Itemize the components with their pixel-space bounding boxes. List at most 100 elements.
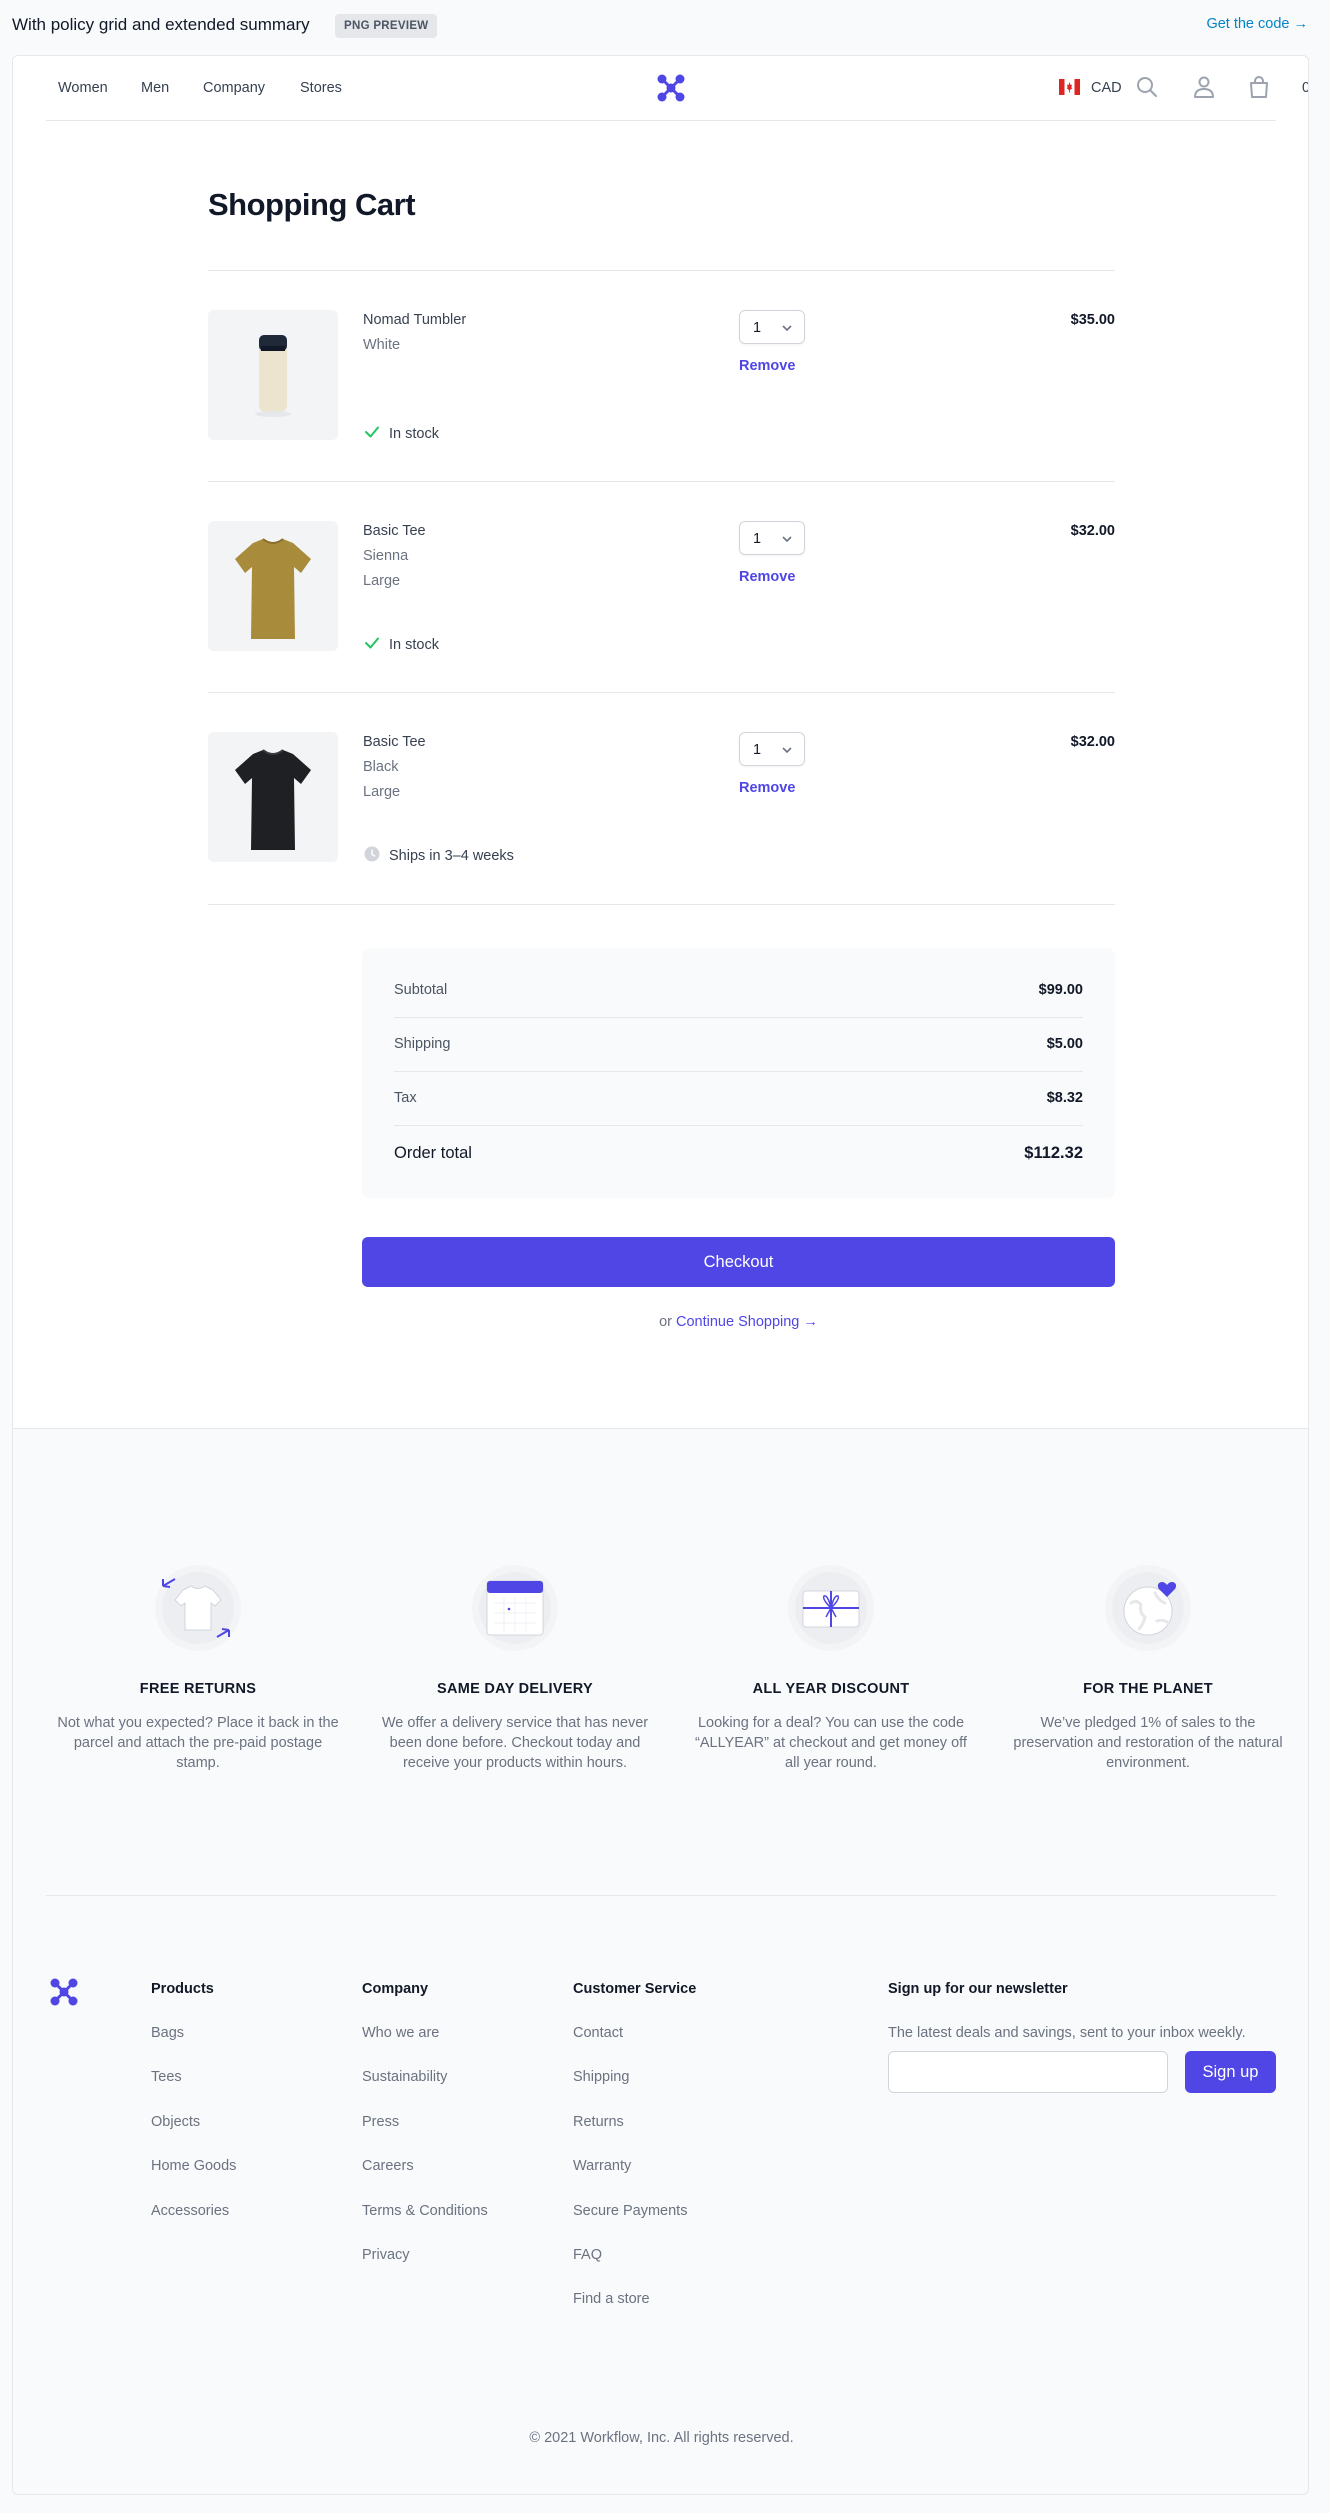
product-image-tee-black[interactable]	[208, 732, 338, 862]
policy-all-year-discount: ALL YEAR DISCOUNT Looking for a deal? Yo…	[686, 1563, 976, 1773]
shopping-bag-icon[interactable]	[1246, 74, 1272, 100]
policy-desc: We’ve pledged 1% of sales to the preserv…	[1013, 1715, 1283, 1771]
chevron-down-icon	[782, 536, 792, 543]
remove-button[interactable]: Remove	[739, 780, 795, 796]
currency-label[interactable]: CAD	[1091, 80, 1122, 96]
item-name[interactable]: Nomad Tumbler	[363, 312, 466, 328]
footer-heading: Products	[151, 1981, 214, 1997]
item-name[interactable]: Basic Tee	[363, 523, 426, 539]
footer-link-careers[interactable]: Careers	[362, 2158, 488, 2174]
order-total-row: Order total $112.32	[394, 1144, 1083, 1162]
newsletter-title: Sign up for our newsletter	[888, 1981, 1068, 1997]
search-icon[interactable]	[1134, 74, 1160, 100]
sign-up-button[interactable]: Sign up	[1185, 2051, 1276, 2093]
item-name[interactable]: Basic Tee	[363, 734, 426, 750]
nav-company[interactable]: Company	[203, 80, 265, 96]
footer-link-who-we-are[interactable]: Who we are	[362, 2025, 488, 2041]
footer-link-secure-payments[interactable]: Secure Payments	[573, 2203, 696, 2219]
continue-shopping: or Continue Shopping →	[659, 1314, 818, 1330]
policy-title: SAME DAY DELIVERY	[436, 1681, 594, 1697]
product-image-tee-sienna[interactable]	[208, 521, 338, 651]
nav-stores[interactable]: Stores	[300, 80, 342, 96]
policy-desc: Not what you expected? Place it back in …	[57, 1715, 339, 1771]
footer-link-faq[interactable]: FAQ	[573, 2247, 696, 2263]
footer-heading: Company	[362, 1981, 429, 1997]
footer-link-terms[interactable]: Terms & Conditions	[362, 2203, 488, 2219]
preview-bar: With policy grid and extended summary PN…	[0, 0, 1330, 52]
item-price: $32.00	[1070, 523, 1115, 539]
stock-status: In stock	[363, 634, 439, 653]
gift-card-icon	[786, 1563, 876, 1653]
chevron-down-icon	[782, 325, 792, 332]
order-summary: Subtotal $99.00 Shipping $5.00 Tax $8.32 Or…	[362, 948, 1115, 1198]
page-frame: Women Men Company Stores CAD Shopping Ca…	[12, 55, 1309, 2495]
footer-link-privacy[interactable]: Privacy	[362, 2247, 488, 2263]
logo-icon[interactable]	[653, 70, 689, 106]
remove-button[interactable]: Remove	[739, 358, 795, 374]
footer-link-press[interactable]: Press	[362, 2114, 488, 2130]
item-color: Sienna	[363, 548, 409, 564]
footer-link-objects[interactable]: Objects	[151, 2114, 236, 2130]
nav-men[interactable]: Men	[141, 80, 169, 96]
preview-title: With policy grid and extended summary	[12, 15, 310, 34]
footer-link-returns[interactable]: Returns	[573, 2114, 696, 2130]
newsletter-desc: The latest deals and savings, sent to yo…	[888, 2025, 1246, 2041]
footer-link-contact[interactable]: Contact	[573, 2025, 696, 2041]
item-size: Large	[363, 784, 401, 800]
footer-link-sustainability[interactable]: Sustainability	[362, 2069, 488, 2085]
footer-link-tees[interactable]: Tees	[151, 2069, 236, 2085]
policy-grid: FREE RETURNS Not what you expected? Plac…	[13, 1428, 1308, 1895]
divider	[394, 1071, 1083, 1072]
quantity-select[interactable]: 1	[739, 521, 805, 555]
newsletter-email-input[interactable]	[888, 2051, 1168, 2093]
cart-count[interactable]: 0	[1302, 80, 1308, 96]
copyright: © 2021 Workflow, Inc. All rights reserve…	[529, 2430, 794, 2446]
stock-status: In stock	[363, 423, 439, 442]
chevron-down-icon	[782, 747, 792, 754]
policy-title: FOR THE PLANET	[1083, 1681, 1213, 1697]
footer-company: Company Who we are Sustainability Press …	[362, 1981, 488, 2291]
footer-products: Products Bags Tees Objects Home Goods Ac…	[151, 1981, 236, 2247]
cart-item: Nomad Tumbler White In stock 1 Remove $3…	[208, 270, 1115, 481]
nav-women[interactable]: Women	[58, 80, 108, 96]
divider	[208, 904, 1115, 905]
quantity-select[interactable]: 1	[739, 310, 805, 344]
policy-title: ALL YEAR DISCOUNT	[752, 1681, 910, 1697]
policy-same-day-delivery: SAME DAY DELIVERY We offer a delivery se…	[370, 1563, 660, 1773]
footer-link-home-goods[interactable]: Home Goods	[151, 2158, 236, 2174]
item-price: $32.00	[1070, 734, 1115, 750]
policy-free-returns: FREE RETURNS Not what you expected? Plac…	[53, 1563, 343, 1773]
footer-link-warranty[interactable]: Warranty	[573, 2158, 696, 2174]
footer-link-bags[interactable]: Bags	[151, 2025, 236, 2041]
top-nav: Women Men Company Stores CAD	[46, 56, 1308, 121]
policy-desc: Looking for a deal? You can use the code…	[695, 1715, 967, 1771]
footer-heading: Customer Service	[573, 1981, 697, 1997]
footer-link-shipping[interactable]: Shipping	[573, 2069, 696, 2085]
footer: Products Bags Tees Objects Home Goods Ac…	[13, 1895, 1308, 2494]
product-image-tumbler[interactable]	[208, 310, 338, 440]
canada-flag-icon[interactable]	[1059, 79, 1080, 95]
footer-link-accessories[interactable]: Accessories	[151, 2203, 236, 2219]
policy-title: FREE RETURNS	[139, 1681, 257, 1697]
item-price: $35.00	[1070, 312, 1115, 328]
quantity-select[interactable]: 1	[739, 732, 805, 766]
page-title: Shopping Cart	[208, 187, 416, 222]
get-code-link[interactable]: Get the code →	[1206, 16, 1308, 32]
remove-button[interactable]: Remove	[739, 569, 795, 585]
continue-shopping-link[interactable]: Continue Shopping →	[676, 1314, 818, 1330]
user-icon[interactable]	[1191, 74, 1217, 100]
item-size: Large	[363, 573, 401, 589]
cart-item: Basic Tee Black Large Ships in 3–4 weeks…	[208, 692, 1115, 903]
footer-customer-service: Customer Service Contact Shipping Return…	[573, 1981, 696, 2336]
subtotal-row: Subtotal $99.00	[394, 982, 1083, 998]
item-color: Black	[363, 759, 399, 775]
shipping-row: Shipping $5.00	[394, 1036, 1083, 1052]
calendar-icon	[470, 1563, 560, 1653]
stock-status: Ships in 3–4 weeks	[363, 845, 514, 864]
clock-icon	[364, 846, 380, 862]
logo-icon[interactable]	[46, 1974, 82, 2010]
checkout-button[interactable]: Checkout	[362, 1237, 1115, 1287]
footer-link-find-store[interactable]: Find a store	[573, 2291, 696, 2307]
divider	[46, 1895, 1276, 1896]
globe-heart-icon	[1103, 1563, 1193, 1653]
